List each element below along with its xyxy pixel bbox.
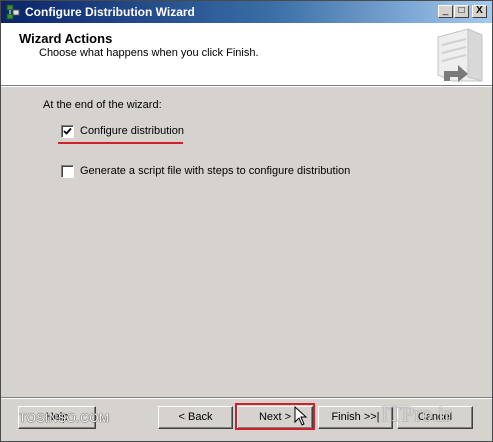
checkmark-icon: [63, 127, 72, 135]
watermark-left: TOSINSO.COM: [19, 411, 110, 425]
minimize-icon: _: [442, 5, 449, 16]
annotation-underline: [58, 142, 183, 144]
page-subtitle: Choose what happens when you click Finis…: [39, 47, 259, 59]
title-bar[interactable]: Configure Distribution Wizard _ □ X: [1, 1, 492, 23]
page-title: Wizard Actions: [19, 31, 113, 46]
generate-script-option[interactable]: Generate a script file with steps to con…: [61, 163, 350, 179]
wizard-header: Wizard Actions Choose what happens when …: [1, 23, 492, 86]
close-icon: X: [476, 5, 483, 16]
server-graphic-icon: [437, 28, 483, 82]
watermark-right: ITPro.ir: [381, 401, 452, 426]
header-separator: [1, 86, 492, 87]
maximize-button[interactable]: □: [454, 5, 469, 18]
footer-divider-highlight: [1, 398, 492, 399]
generate-script-checkbox[interactable]: [61, 164, 74, 178]
configure-distribution-label[interactable]: Configure distribution: [80, 125, 184, 137]
wizard-window: Configure Distribution Wizard _ □ X Wiza…: [0, 0, 493, 442]
window-title: Configure Distribution Wizard: [25, 5, 195, 19]
end-of-wizard-prompt: At the end of the wizard:: [43, 99, 162, 111]
back-button[interactable]: < Back: [158, 406, 233, 429]
mouse-cursor-icon: [294, 406, 308, 426]
configure-distribution-checkbox[interactable]: [61, 124, 74, 138]
configure-distribution-option[interactable]: Configure distribution: [61, 123, 184, 139]
generate-script-label[interactable]: Generate a script file with steps to con…: [80, 165, 350, 177]
minimize-button[interactable]: _: [438, 5, 453, 18]
close-button[interactable]: X: [472, 5, 487, 18]
wizard-app-icon: [6, 4, 20, 20]
maximize-icon: □: [458, 5, 465, 16]
